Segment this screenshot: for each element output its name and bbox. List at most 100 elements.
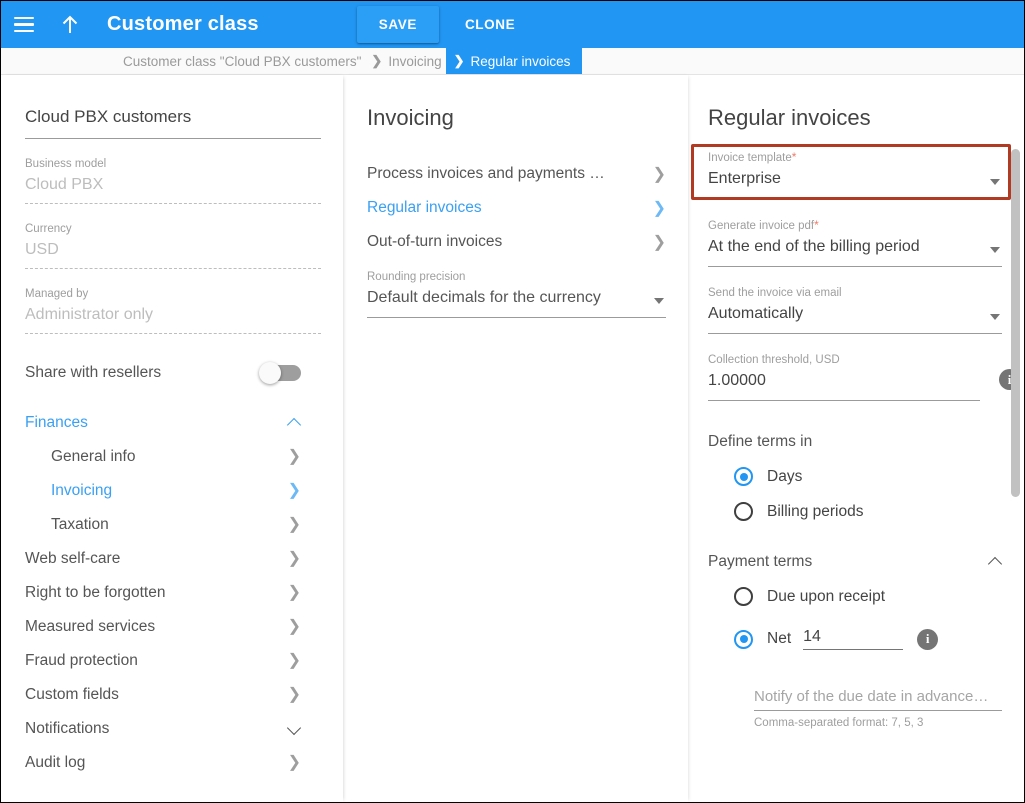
notify-due-date-hint: Comma-separated format: 7, 5, 3	[754, 717, 924, 729]
notify-due-date-placeholder: Notify of the due date in advance…	[754, 688, 989, 705]
chevron-down-icon	[990, 247, 1000, 253]
sidebar-item-web-self-care[interactable]: Web self-care ❯	[25, 542, 321, 576]
page-title: Customer class	[107, 13, 259, 35]
navigate-up-button[interactable]	[47, 1, 93, 48]
chevron-up-icon	[289, 417, 301, 429]
sidebar-item-label: Audit log	[25, 754, 86, 771]
radio-button	[734, 502, 753, 521]
list-item-regular-invoices[interactable]: Regular invoices ❯	[367, 191, 666, 225]
breadcrumb: Customer class "Cloud PBX customers" ❯ I…	[1, 48, 1024, 75]
chevron-right-icon: ❯	[287, 686, 301, 703]
sidebar-item-notifications[interactable]: Notifications	[25, 712, 321, 746]
clone-button[interactable]: CLONE	[447, 6, 533, 43]
field-business-model: Business model Cloud PBX	[25, 156, 321, 204]
sidebar-item-label: Taxation	[51, 516, 109, 533]
sidebar-item-label: Measured services	[25, 618, 156, 635]
app-window: Customer class SAVE CLONE Customer class…	[0, 0, 1025, 803]
breadcrumb-item-regular-invoices[interactable]: ❯ Regular invoices	[445, 48, 583, 74]
generate-invoice-pdf-label: Generate invoice pdf*	[708, 217, 1002, 234]
panel-columns: Cloud PBX customers Business model Cloud…	[1, 75, 1024, 802]
radio-button	[734, 467, 753, 486]
radio-define-terms-days[interactable]: Days	[708, 467, 1002, 486]
sidebar-item-finances[interactable]: Finances	[25, 406, 321, 440]
chevron-right-icon: ❯	[287, 754, 301, 771]
arrow-up-icon	[62, 15, 78, 33]
save-button[interactable]: SAVE	[356, 6, 439, 43]
send-invoice-email-select[interactable]: Send the invoice via email Automatically	[708, 285, 1002, 334]
chevron-right-icon: ❯	[453, 53, 465, 68]
sidebar-item-taxation[interactable]: Taxation ❯	[25, 508, 321, 542]
field-value: USD	[25, 241, 59, 258]
sidebar-item-right-to-be-forgotten[interactable]: Right to be forgotten ❯	[25, 576, 321, 610]
sidebar-item-label: Web self-care	[25, 550, 121, 567]
field-label: Currency	[25, 223, 72, 235]
sidebar-item-fraud-protection[interactable]: Fraud protection ❯	[25, 644, 321, 678]
chevron-down-icon	[990, 179, 1000, 185]
radio-label: Due upon receipt	[767, 587, 886, 605]
sidebar-item-general-info[interactable]: General info ❯	[25, 440, 321, 474]
sidebar-item-label: General info	[51, 448, 136, 465]
info-icon[interactable]: i	[917, 628, 939, 650]
sidebar-item-label: Finances	[25, 414, 88, 431]
radio-due-upon-receipt[interactable]: Due upon receipt	[708, 587, 1002, 606]
collection-threshold-label: Collection threshold, USD	[708, 354, 840, 366]
field-label: Managed by	[25, 288, 89, 300]
left-panel: Cloud PBX customers Business model Cloud…	[1, 75, 343, 802]
chevron-right-icon: ❯	[287, 448, 301, 465]
chevron-down-icon	[289, 723, 301, 735]
chevron-down-icon	[990, 314, 1000, 320]
settings-nav: Finances General info ❯ Invoicing ❯ Taxa…	[25, 406, 321, 780]
chevron-right-icon: ❯	[287, 618, 301, 635]
net-days-input[interactable]: 14	[803, 628, 904, 650]
share-with-resellers-label: Share with resellers	[25, 364, 162, 381]
collection-threshold-field[interactable]: Collection threshold, USD 1.00000 i	[708, 352, 1020, 401]
sidebar-item-custom-fields[interactable]: Custom fields ❯	[25, 678, 321, 712]
mid-panel-title: Invoicing	[367, 105, 454, 130]
radio-button	[734, 629, 753, 649]
label-text: Generate invoice pdf	[708, 220, 815, 232]
label-text: Invoice template	[708, 152, 792, 164]
sidebar-item-label: Custom fields	[25, 686, 119, 703]
notify-due-date-input[interactable]: Notify of the due date in advance…	[754, 688, 1002, 711]
right-panel-title: Regular invoices	[708, 105, 871, 130]
right-panel-scrollbar[interactable]	[1011, 149, 1020, 497]
hamburger-icon	[14, 17, 34, 32]
list-item-process-invoices[interactable]: Process invoices and payments … ❯	[367, 157, 666, 191]
invoicing-list: Process invoices and payments … ❯ Regula…	[367, 157, 666, 318]
send-invoice-email-value: Automatically	[708, 305, 804, 322]
sidebar-item-audit-log[interactable]: Audit log ❯	[25, 746, 321, 780]
rounding-precision-select[interactable]: Rounding precision Default decimals for …	[367, 269, 666, 318]
chevron-right-icon: ❯	[652, 234, 666, 251]
invoice-template-select[interactable]: Invoice template* Enterprise	[708, 149, 1002, 199]
list-item-out-of-turn-invoices[interactable]: Out-of-turn invoices ❯	[367, 225, 666, 259]
group-label: Payment terms	[708, 553, 813, 570]
breadcrumb-item-customer-class[interactable]: Customer class "Cloud PBX customers"	[119, 48, 365, 74]
radio-net[interactable]: Net 14 i	[708, 628, 1002, 650]
mid-panel: Invoicing Process invoices and payments …	[343, 75, 688, 802]
invoice-template-value: Enterprise	[708, 170, 781, 187]
required-marker: *	[814, 218, 819, 232]
chevron-right-icon: ❯	[652, 166, 666, 183]
customer-class-name: Cloud PBX customers	[25, 107, 321, 139]
field-value: Cloud PBX	[25, 176, 104, 193]
toggle-knob	[259, 362, 281, 384]
field-label: Business model	[25, 158, 107, 170]
menu-button[interactable]	[1, 1, 47, 48]
radio-label: Billing periods	[767, 502, 864, 520]
sidebar-item-label: Right to be forgotten	[25, 584, 166, 601]
radio-define-terms-billing-periods[interactable]: Billing periods	[708, 502, 1002, 521]
field-value: Administrator only	[25, 306, 154, 323]
generate-invoice-pdf-value: At the end of the billing period	[708, 238, 920, 255]
list-item-label: Process invoices and payments …	[367, 165, 605, 182]
right-panel: Regular invoices Invoice template* Enter…	[688, 75, 1024, 802]
list-item-label: Regular invoices	[367, 199, 482, 216]
sidebar-item-measured-services[interactable]: Measured services ❯	[25, 610, 321, 644]
sidebar-item-label: Invoicing	[51, 482, 113, 499]
generate-invoice-pdf-select[interactable]: Generate invoice pdf* At the end of the …	[708, 217, 1002, 267]
share-with-resellers-toggle[interactable]	[259, 362, 301, 384]
sidebar-item-invoicing[interactable]: Invoicing ❯	[25, 474, 321, 508]
payment-terms-title[interactable]: Payment terms	[708, 553, 1002, 571]
breadcrumb-item-invoicing[interactable]: ❯ Invoicing	[365, 48, 445, 74]
chevron-up-icon	[990, 556, 1002, 568]
chevron-right-icon: ❯	[287, 584, 301, 601]
